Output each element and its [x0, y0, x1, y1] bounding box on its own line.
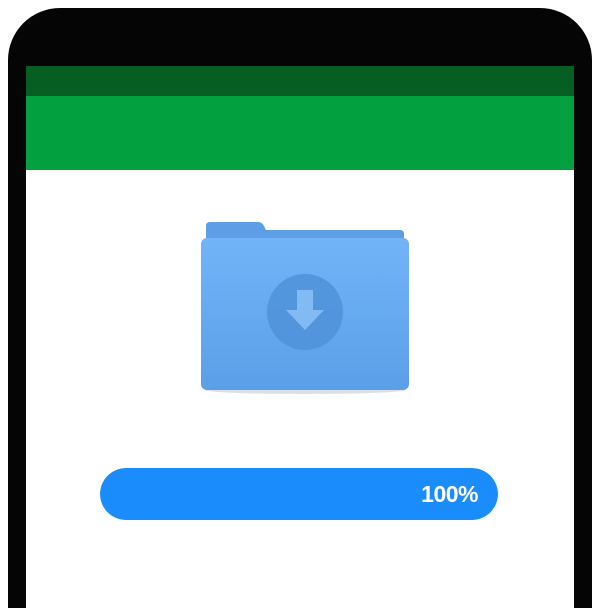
progress-percentage: 100%: [421, 481, 478, 507]
app-bar: [26, 96, 574, 170]
phone-frame: 100%: [8, 8, 592, 608]
folder-download-icon: [201, 222, 409, 394]
download-progress-bar: 100%: [100, 468, 498, 520]
status-bar: [26, 66, 574, 96]
phone-screen: 100%: [26, 66, 574, 608]
